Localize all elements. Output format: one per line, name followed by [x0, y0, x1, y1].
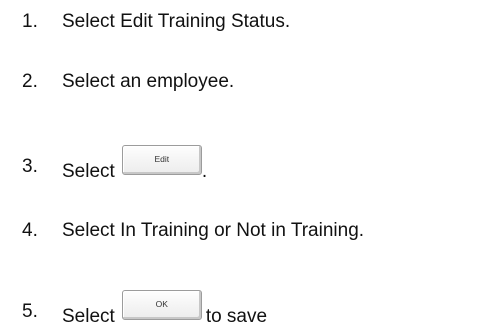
- ok-button[interactable]: OK: [121, 290, 202, 320]
- step-2: 2. Select an employee.: [0, 66, 485, 96]
- step-3: 3. Select Edit .: [0, 145, 485, 182]
- step-number: 1.: [22, 10, 38, 32]
- step-text-container: Select an employee.: [62, 72, 234, 91]
- step-text-container: Select In Training or Not in Training.: [62, 221, 364, 240]
- step-text-container: Select Edit Training Status.: [62, 12, 290, 31]
- step-4: 4. Select In Training or Not in Training…: [0, 215, 485, 245]
- step-suffix: to save: [205, 306, 268, 327]
- step-text: Select In Training or Not in Training.: [62, 219, 365, 241]
- step-text-container: Select Edit .: [62, 145, 208, 182]
- step-number: 5.: [22, 300, 38, 322]
- step-text-container: Select OK to save: [62, 290, 268, 327]
- step-text: Select Edit Training Status.: [62, 10, 291, 32]
- step-suffix: .: [201, 161, 208, 182]
- step-number: 3.: [22, 155, 38, 177]
- edit-button[interactable]: Edit: [121, 145, 202, 175]
- step-5: 5. Select OK to save: [0, 290, 485, 327]
- step-text: Select: [62, 306, 115, 327]
- step-1: 1. Select Edit Training Status.: [0, 6, 485, 36]
- step-number: 2.: [22, 70, 38, 92]
- step-number: 4.: [22, 219, 38, 241]
- step-text: Select: [62, 161, 115, 182]
- step-text: Select an employee.: [62, 70, 235, 92]
